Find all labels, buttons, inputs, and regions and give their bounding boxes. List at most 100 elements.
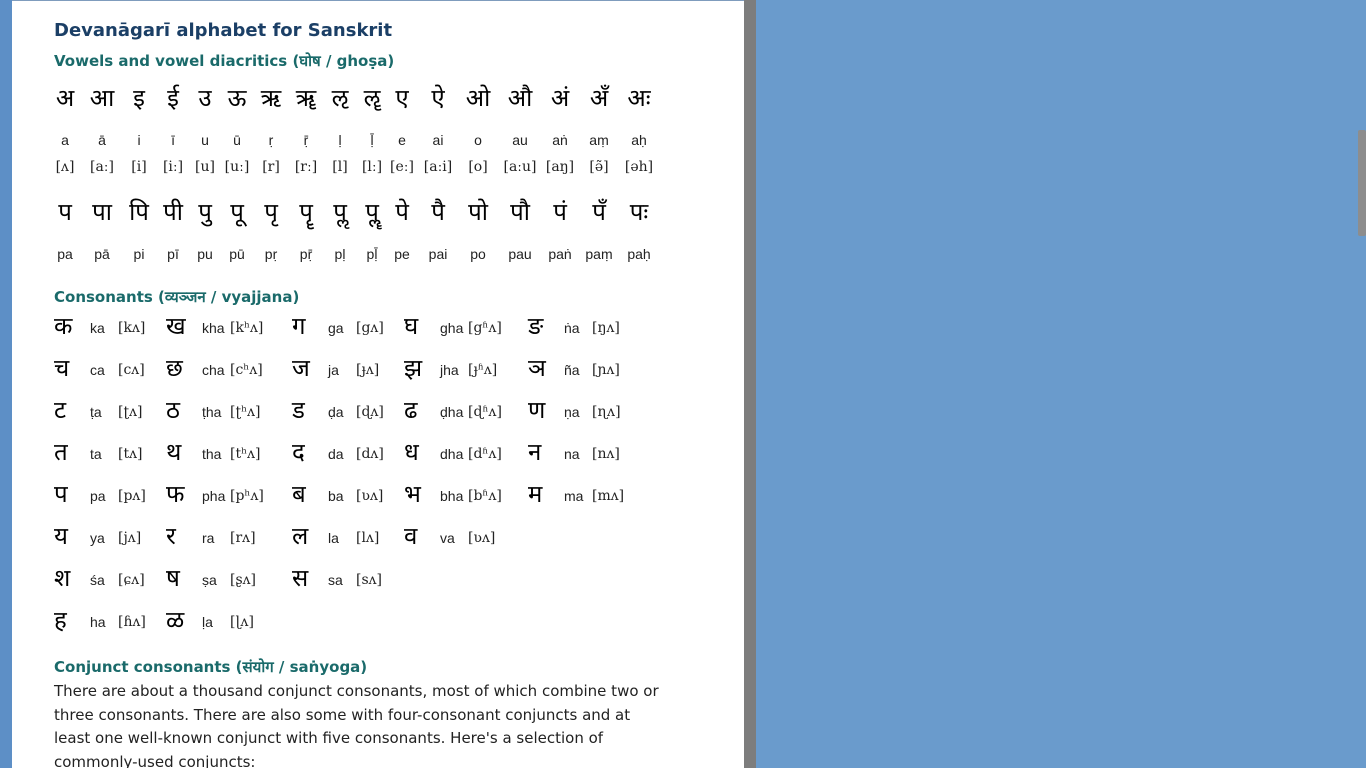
consonant-letter: स (292, 564, 309, 592)
consonant-romanization: śa (90, 572, 105, 588)
consonant-romanization: ma (564, 488, 584, 504)
left-window-edge (0, 0, 12, 768)
diacritic-romanization: paṃ (585, 246, 613, 262)
vowel-romanization: o (474, 132, 482, 148)
vowel-romanization: i (137, 132, 141, 148)
consonant-letter: प (54, 480, 68, 508)
consonant-letter: श (54, 564, 71, 592)
consonant-ipa: [ɟʌ] (356, 362, 380, 378)
consonant-romanization: ca (90, 362, 105, 378)
consonant-romanization: gha (440, 320, 464, 336)
consonant-ipa: [nʌ] (592, 446, 620, 462)
consonant-ipa: [ɲʌ] (592, 362, 620, 378)
consonant-romanization: sa (328, 572, 343, 588)
vowel-letter: औ (507, 84, 533, 112)
vowels-heading: Vowels and vowel diacritics (घोष / ghoṣa… (54, 52, 395, 70)
consonant-letter: य (54, 522, 68, 550)
consonant-ipa: [ʈʰʌ] (230, 404, 261, 420)
vowel-ipa: [eː] (390, 159, 414, 175)
consonant-ipa: [tʰʌ] (230, 446, 261, 462)
consonant-ipa: [pʌ] (118, 488, 146, 504)
vowel-ipa: [əh] (624, 159, 654, 175)
consonant-letter: ख (166, 312, 186, 340)
vowel-letter: उ (198, 84, 212, 112)
vowel-ipa: [rː] (294, 159, 318, 175)
consonant-ipa: [ɖʱʌ] (468, 404, 502, 420)
vowel-ipa: [o] (468, 159, 488, 175)
consonant-letter: न (528, 438, 542, 466)
content-panel: Devanāgarī alphabet for Sanskrit Vowels … (12, 0, 744, 768)
consonant-letter: च (54, 354, 70, 382)
pane-divider[interactable] (744, 0, 756, 768)
consonant-romanization: kha (202, 320, 225, 336)
consonant-letter: फ (166, 480, 185, 508)
consonant-romanization: da (328, 446, 344, 462)
consonants-heading: Consonants (व्यञ्जन / vyajjana) (54, 288, 300, 306)
diacritic-letter: पं (553, 198, 567, 226)
consonant-romanization: ṭa (90, 404, 102, 420)
vowel-romanization: au (512, 132, 528, 148)
consonant-ipa: [pʰʌ] (230, 488, 264, 504)
consonant-ipa: [kʰʌ] (230, 320, 264, 336)
consonant-romanization: cha (202, 362, 225, 378)
consonant-letter: ठ (166, 396, 180, 424)
scrollbar-thumb[interactable] (1358, 130, 1366, 236)
consonant-ipa: [ɭʌ] (230, 614, 254, 630)
vowel-letter: ऌ (331, 84, 349, 112)
diacritic-romanization: pu (197, 246, 213, 262)
vowel-romanization: aṃ (589, 132, 609, 148)
consonant-letter: ल (292, 522, 309, 550)
consonant-ipa: [kʌ] (118, 320, 146, 336)
diacritic-letter: पी (163, 198, 183, 226)
consonant-romanization: la (328, 530, 339, 546)
consonant-ipa: [ɦʌ] (118, 614, 146, 630)
vowel-letter: ऊ (227, 84, 247, 112)
consonant-letter: ळ (166, 606, 185, 634)
consonant-letter: ध (404, 438, 419, 466)
diacritic-letter: पॄ (299, 198, 313, 226)
consonant-romanization: ya (90, 530, 105, 546)
consonant-romanization: ja (328, 362, 339, 378)
consonant-ipa: [tʌ] (118, 446, 143, 462)
consonant-letter: ब (292, 480, 306, 508)
vowel-letter: ई (167, 84, 179, 112)
consonant-letter: ग (292, 312, 306, 340)
consonant-letter: ज (292, 354, 310, 382)
consonant-letter: व (404, 522, 418, 550)
consonant-romanization: ta (90, 446, 102, 462)
diacritic-romanization: pa (57, 246, 73, 262)
diacritic-romanization: po (470, 246, 486, 262)
vowel-romanization: ṛ (268, 132, 274, 148)
consonant-romanization: ga (328, 320, 344, 336)
diacritic-letter: पु (198, 198, 212, 226)
vowel-romanization: aṅ (552, 132, 568, 148)
diacritic-romanization: pū (229, 246, 245, 262)
diacritic-romanization: pī (167, 246, 179, 262)
vowel-ipa: [aːu] (503, 159, 537, 175)
consonant-letter: घ (404, 312, 419, 340)
consonant-ipa: [mʌ] (592, 488, 625, 504)
consonant-romanization: ra (202, 530, 215, 546)
consonant-romanization: ḍha (440, 404, 464, 420)
vowel-ipa: [iː] (162, 159, 184, 175)
diacritic-letter: पो (468, 198, 488, 226)
consonant-romanization: ḍa (328, 404, 344, 420)
diacritic-letter: पॢ (333, 198, 347, 226)
consonant-letter: ह (54, 606, 67, 634)
consonant-romanization: ha (90, 614, 106, 630)
vowel-ipa: [ə̃] (589, 159, 609, 175)
consonant-letter: झ (404, 354, 423, 382)
vowel-ipa: [l] (332, 159, 348, 175)
vowel-letter: ॠ (295, 84, 317, 112)
vowel-letter: अः (627, 84, 651, 112)
diacritic-romanization: pḹ (366, 246, 378, 262)
consonant-romanization: ṭha (202, 404, 222, 420)
vowel-letter: ऐ (431, 84, 445, 112)
diacritic-letter: पः (629, 198, 649, 226)
consonant-letter: म (528, 480, 543, 508)
vowel-romanization: ṝ (303, 132, 309, 148)
vowel-romanization: ḹ (370, 132, 374, 148)
vowel-letter: ओ (465, 84, 491, 112)
diacritic-letter: पे (395, 198, 409, 226)
vowel-romanization: ū (233, 132, 241, 148)
